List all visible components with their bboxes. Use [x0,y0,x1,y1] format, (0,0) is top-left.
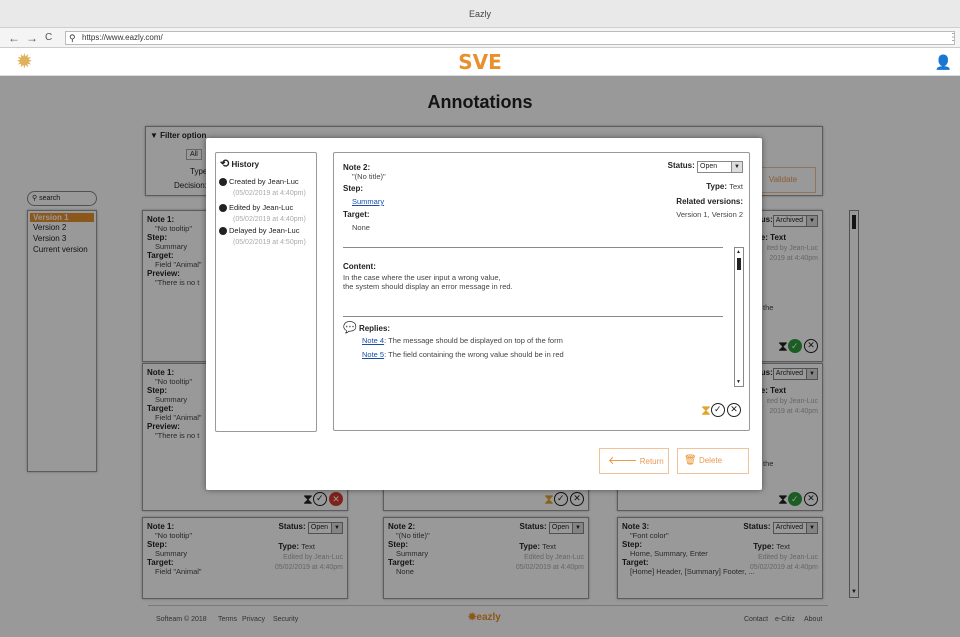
related-versions-value: Version 1, Version 2 [676,210,743,219]
history-panel: ⟲ History Created by Jean-Luc (05/02/201… [215,152,317,432]
reply-link[interactable]: Note 5 [362,350,384,359]
note-detail-panel: Note 2: "(No title)" Step: Summary Targe… [333,152,750,431]
status-select[interactable]: Open ▼ [697,161,743,173]
history-icon: ⟲ [220,158,230,170]
scroll-up-icon[interactable]: ▲ [736,249,741,255]
speech-bubble-icon: 💬 [343,322,357,334]
approve-icon[interactable]: ✓ [710,403,725,417]
delay-icon[interactable]: ⧗ [701,402,711,418]
history-dot-icon [219,178,227,187]
forward-button[interactable]: → [26,31,38,45]
status-label: Status: [667,161,695,170]
target-label: Target: [343,210,370,219]
history-dot-icon [219,227,227,236]
return-button[interactable]: 🡐 Return [599,448,669,474]
note-subtitle: "(No title)" [352,172,386,181]
window-title-bar: Eazly [0,0,960,28]
browser-menu-icon[interactable]: ⋮ [948,32,958,43]
scroll-down-icon[interactable]: ▼ [736,379,741,385]
chevron-down-icon: ▼ [731,162,742,172]
search-icon: ⚲ [69,33,76,43]
content-text: In the case where the user input a wrong… [343,273,501,282]
app-name: SVE [458,50,502,74]
reply-text: : The message should be displayed on top… [384,336,563,345]
history-title: History [231,160,260,169]
history-entry-label: Created by Jean-Luc [229,177,299,186]
trash-icon: 🗑 [684,455,697,466]
scrollbar-thumb[interactable] [737,258,741,270]
related-versions-label: Related versions: [676,197,743,206]
reply-text: : The field containing the wrong value s… [384,350,564,359]
type-label: Type: [706,182,727,191]
step-link[interactable]: Summary [352,197,384,206]
type-value: Text [729,182,743,191]
return-label: Return [639,457,664,466]
reload-button[interactable]: C [45,31,52,45]
history-entry-date: (05/02/2019 at 4:40pm) [233,190,306,197]
status-value: Open [700,163,718,170]
note-title: Note 2: [343,163,371,172]
url-text: https://www.eazly.com/ [82,33,163,42]
back-button[interactable]: ← [8,31,20,45]
content-scrollbar[interactable]: ▲ ▼ [734,247,744,387]
history-dot-icon [219,204,227,213]
url-input[interactable]: ⚲ https://www.eazly.com/ [65,31,955,45]
content-text: the system should display an error messa… [343,282,513,291]
user-icon[interactable]: 👤 [935,54,952,71]
divider [343,247,723,248]
arrow-left-icon: 🡐 [608,455,638,467]
history-entry-date: (05/02/2019 at 4:40pm) [233,216,306,223]
delete-label: Delete [698,456,723,465]
browser-nav-bar: ← → C ⚲ https://www.eazly.com/ ⋮ [0,28,960,48]
delete-button[interactable]: 🗑 Delete [677,448,749,474]
replies-label: Replies: [358,324,391,333]
window-title: Eazly [468,9,491,19]
step-label: Step: [343,184,363,193]
history-entry-label: Edited by Jean-Luc [229,203,294,212]
divider [343,316,723,317]
target-value: None [352,223,370,232]
content-label: Content: [343,262,376,271]
reply-link[interactable]: Note 4 [362,336,384,345]
history-entry-date: (05/02/2019 at 4:50pm) [233,239,306,246]
reject-icon[interactable]: ✕ [727,403,741,417]
history-entry-label: Delayed by Jean-Luc [229,226,300,235]
note-actions: ⧗ ✓ ✕ [701,403,741,417]
